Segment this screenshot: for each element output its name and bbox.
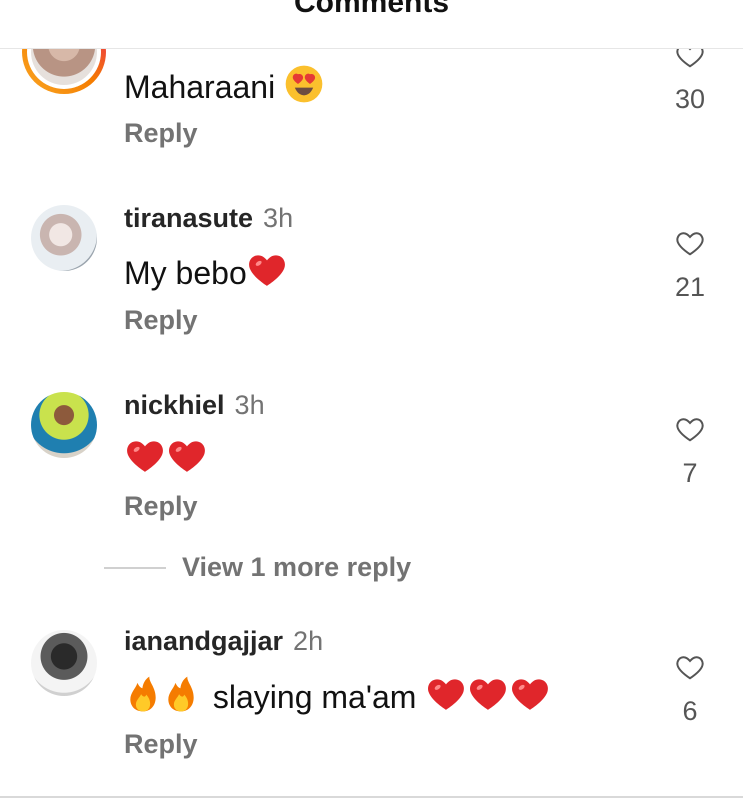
like-heart-icon[interactable]	[673, 652, 707, 682]
divider-line	[104, 566, 166, 569]
comment-time: 3h	[234, 390, 265, 420]
avatar[interactable]	[31, 205, 97, 271]
reply-button[interactable]: Reply	[124, 729, 198, 760]
view-more-replies-button[interactable]: View 1 more reply	[104, 552, 411, 586]
reply-button[interactable]: Reply	[124, 305, 198, 336]
view-more-replies-label[interactable]: View 1 more reply	[182, 552, 411, 582]
username-link[interactable]: tiranasute	[124, 203, 253, 233]
comment-text-label: Maharaani	[124, 69, 276, 105]
like-control[interactable]: 21	[670, 228, 710, 303]
comment-text-label: slaying ma'am	[212, 679, 417, 715]
like-control[interactable]: 30	[670, 40, 710, 115]
comment-text: Maharaani	[124, 64, 324, 106]
like-count: 6	[682, 696, 698, 726]
comment-time: 2h	[293, 626, 324, 656]
comment-meta: tiranasute 3h	[124, 203, 293, 234]
username-link[interactable]: ianandgajjar	[124, 626, 283, 656]
heart-eyes-emoji-icon	[284, 64, 324, 104]
avatar[interactable]	[31, 392, 97, 458]
like-count: 30	[674, 84, 706, 114]
like-heart-icon[interactable]	[673, 228, 707, 258]
comments-header: Comments	[0, 0, 743, 49]
like-heart-icon[interactable]	[673, 414, 707, 444]
red-heart-emoji-icon	[425, 674, 467, 714]
fire-emoji-icon	[124, 674, 162, 714]
comment-text: My bebo	[124, 250, 287, 292]
page-title: Comments	[293, 0, 450, 19]
red-heart-emoji-icon	[247, 250, 287, 290]
comment-text-label: My bebo	[124, 255, 247, 291]
like-count: 21	[674, 272, 706, 302]
comment-text: slaying ma'am	[124, 674, 551, 716]
comment-text	[124, 436, 208, 478]
reply-button[interactable]: Reply	[124, 491, 198, 522]
like-count: 7	[682, 458, 698, 488]
comment-meta: nickhiel 3h	[124, 390, 265, 421]
avatar[interactable]	[31, 630, 97, 696]
username-link[interactable]: nickhiel	[124, 390, 225, 420]
comment-meta: ianandgajjar 2h	[124, 626, 323, 657]
red-heart-emoji-icon	[166, 436, 208, 476]
red-heart-emoji-icon	[509, 674, 551, 714]
like-control[interactable]: 6	[670, 652, 710, 727]
red-heart-emoji-icon	[467, 674, 509, 714]
bottom-divider	[0, 796, 743, 798]
red-heart-emoji-icon	[124, 436, 166, 476]
reply-button[interactable]: Reply	[124, 118, 198, 149]
comment-time: 3h	[263, 203, 294, 233]
fire-emoji-icon	[162, 674, 200, 714]
like-control[interactable]: 7	[670, 414, 710, 489]
